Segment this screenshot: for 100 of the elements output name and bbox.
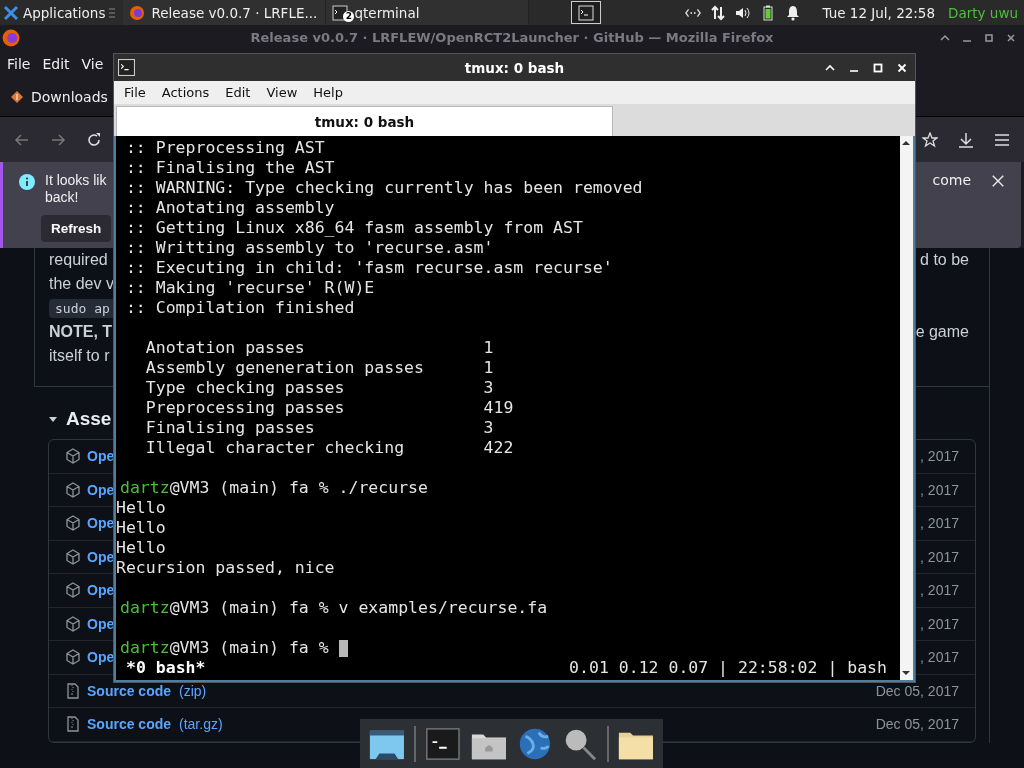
code-snippet: sudo ap — [49, 298, 116, 318]
asset-date: Dec 05, 2017 — [875, 716, 959, 733]
zip-file-icon — [65, 682, 81, 699]
package-icon — [65, 615, 81, 632]
stat-label: Preprocessing passes — [144, 398, 346, 418]
prompt-line: dartz@VM3 (main) fa % — [119, 638, 329, 658]
menu-item[interactable]: Actions — [153, 85, 218, 100]
close-icon[interactable] — [1006, 32, 1016, 43]
asset-link[interactable]: Ope — [87, 649, 115, 666]
notification-text: back! — [45, 189, 79, 206]
terminal-tab[interactable]: tmux: 0 bash — [116, 106, 613, 136]
asset-date: Dec 05, 2017 — [875, 682, 959, 699]
bell-icon[interactable] — [785, 4, 802, 21]
asset-link[interactable]: Source code — [87, 716, 172, 733]
reload-icon[interactable] — [86, 131, 102, 148]
output-line: :: Getting Linux x86_64 fasm assembly from AST — [124, 218, 583, 238]
asset-format: (tar.gz) — [179, 716, 223, 733]
output-line: :: Preprocessing AST — [124, 138, 325, 158]
download-icon[interactable] — [958, 131, 974, 148]
scroll-down-icon[interactable] — [901, 669, 911, 677]
tmux-status-text: 0.01 0.12 0.07 | 22:58:02 | bash — [569, 658, 887, 678]
transfer-arrows-icon[interactable] — [710, 4, 727, 21]
stat-value: 422 — [483, 438, 514, 458]
forward-icon[interactable] — [50, 131, 66, 148]
asset-link[interactable]: Source code — [87, 682, 172, 699]
fox-globe-icon — [129, 4, 146, 21]
menu-item[interactable]: Help — [305, 85, 351, 100]
stat-value: 1 — [483, 358, 494, 378]
output-line: :: WARNING: Type checking currently has been removed — [124, 178, 643, 198]
zip-file-icon — [65, 716, 81, 733]
package-icon — [65, 649, 81, 666]
notification-text: come — [932, 172, 971, 188]
output-line: :: Making 'recurse' R(W)E — [124, 278, 375, 298]
asset-date: , 2017 — [920, 615, 959, 632]
body-text: e game — [915, 323, 969, 341]
asset-link[interactable]: Ope — [87, 515, 115, 532]
menu-item[interactable]: View — [258, 85, 306, 100]
output-line: :: Compilation finished — [124, 298, 355, 318]
restore-icon[interactable] — [984, 32, 994, 43]
window-title: tmux: 0 bash — [464, 59, 565, 76]
terminal-icon — [118, 59, 135, 76]
output-line: Recursion passed, nice — [116, 558, 335, 578]
diamond-icon — [10, 90, 24, 104]
section-heading: Asse — [66, 408, 112, 430]
prompt-line: dartz@VM3 (main) fa % ./recurse — [119, 478, 428, 498]
package-icon — [65, 582, 81, 599]
info-icon — [19, 174, 35, 190]
output-line: Hello — [116, 518, 166, 538]
stat-label: Assembly geneneration passes — [144, 358, 425, 378]
asset-link[interactable]: Ope — [87, 615, 115, 632]
bookmark-item[interactable]: Downloads — [10, 89, 108, 105]
body-text: itself to r — [49, 347, 110, 365]
window-title: Release v0.0.7 · LRFLEW/OpenRCT2Launcher · GitHub — Mozilla Firefox — [250, 30, 774, 45]
applications-menu[interactable]: Applications — [0, 4, 110, 21]
asset-link[interactable]: Ope — [87, 448, 115, 465]
expand-triangle-icon[interactable] — [48, 414, 58, 424]
output-line: :: Executing in child: 'fasm recurse.asm recurse' — [124, 258, 613, 278]
star-icon[interactable] — [922, 131, 938, 148]
stat-value: 3 — [483, 378, 494, 398]
output-line: :: Finalising the AST — [124, 158, 335, 178]
terminal-icon[interactable] — [423, 725, 462, 762]
asset-date: , 2017 — [920, 548, 959, 565]
asset-date: , 2017 — [920, 448, 959, 465]
back-icon[interactable] — [14, 131, 30, 148]
workspace-button[interactable] — [571, 1, 602, 24]
clock[interactable]: Tue 12 Jul, 22:58 — [822, 4, 936, 21]
package-icon — [65, 448, 81, 465]
asset-link[interactable]: Ope — [87, 582, 115, 599]
asset-link[interactable]: Ope — [87, 481, 115, 498]
menu-item[interactable]: Vie — [81, 56, 104, 72]
asset-link[interactable]: Ope — [87, 548, 115, 565]
user-name[interactable]: Darty uwu — [948, 4, 1018, 21]
scrollbar[interactable] — [900, 136, 913, 680]
refresh-button[interactable]: Refresh — [41, 215, 112, 242]
menu-item[interactable]: File — [7, 56, 31, 72]
maximize-caret-icon[interactable] — [825, 62, 835, 73]
asset-format: (zip) — [179, 682, 207, 699]
stat-value: 3 — [483, 418, 494, 438]
scroll-up-icon[interactable] — [901, 139, 911, 147]
stat-label: Finalising passes — [144, 418, 316, 438]
tmux-window-label: *0 bash* — [126, 658, 206, 678]
stat-value: 419 — [483, 398, 514, 418]
menu-item[interactable]: Edit — [217, 85, 259, 100]
body-text: required — [49, 251, 108, 269]
x-logo-icon — [3, 4, 19, 21]
package-icon — [65, 548, 81, 565]
maximize-caret-icon[interactable] — [940, 32, 950, 43]
stat-label: Anotation passes — [144, 338, 306, 358]
menu-icon[interactable] — [994, 131, 1010, 148]
output-line: :: Writting assembly to 'recurse.asm' — [124, 238, 494, 258]
menu-item[interactable]: File — [116, 85, 154, 100]
asset-date: , 2017 — [920, 582, 959, 599]
grip-icon — [109, 6, 116, 19]
note-text: NOTE, T — [49, 323, 113, 341]
taskbar-button[interactable]: Release v0.0.7 · LRFLE... — [123, 0, 327, 25]
menu-item[interactable]: Edit — [42, 56, 70, 72]
asset-date: , 2017 — [920, 649, 959, 666]
output-line: Hello — [116, 498, 166, 518]
package-icon — [65, 515, 81, 532]
package-icon — [65, 481, 81, 498]
